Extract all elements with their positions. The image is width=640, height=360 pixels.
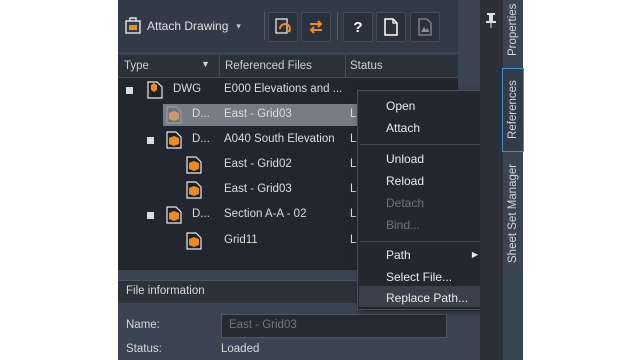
context-menu: Open Attach Unload Reload Detach Bind...… [357, 90, 485, 310]
column-header-type[interactable]: Type [124, 60, 149, 72]
menu-item-bind[interactable]: Bind... [386, 218, 420, 232]
help-icon: ? [353, 18, 363, 36]
submenu-arrow-icon: ▶ [471, 250, 478, 259]
status-label: Status: [126, 343, 162, 355]
pin-icon[interactable] [484, 10, 498, 30]
preview-button[interactable] [410, 12, 440, 42]
row-type: D... [192, 208, 210, 220]
row-file: Grid11 [224, 234, 258, 246]
menu-separator [360, 241, 481, 242]
help-button[interactable]: ? [343, 12, 373, 42]
row-status: L [350, 108, 357, 120]
row-status: L [350, 234, 357, 246]
row-file: East - Grid03 [224, 108, 292, 120]
column-header-status[interactable]: Status [350, 60, 383, 72]
row-file: East - Grid03 [224, 183, 292, 195]
sort-indicator-icon[interactable]: ▼ [201, 59, 210, 69]
row-file: East - Grid02 [224, 158, 292, 170]
menu-separator [360, 144, 481, 145]
drawing-file-icon [186, 232, 202, 250]
tab-references[interactable]: References [502, 68, 524, 152]
collapse-toggle-icon[interactable] [147, 137, 154, 144]
menu-item-detach[interactable]: Detach [386, 196, 424, 210]
tab-properties[interactable]: Properties [503, 0, 523, 60]
row-status: L [350, 133, 357, 145]
drawing-file-icon [186, 181, 202, 199]
collapse-toggle-icon[interactable] [147, 212, 154, 219]
row-type: D... [192, 108, 210, 120]
collapse-toggle-icon[interactable] [126, 87, 133, 94]
row-status: L [350, 158, 357, 170]
toolbar-separator [337, 12, 338, 40]
attach-drawing-label: Attach Drawing [147, 19, 229, 33]
menu-item-unload[interactable]: Unload [386, 152, 424, 166]
drawing-file-icon [166, 206, 182, 224]
column-header-referenced-files[interactable]: Referenced Files [225, 60, 312, 72]
menu-item-select-file[interactable]: Select File... [386, 270, 452, 284]
name-value: East - Grid03 [229, 319, 297, 331]
drawing-file-icon [186, 156, 202, 174]
new-doc-icon [384, 18, 398, 36]
drawing-file-icon [147, 81, 163, 99]
row-status: L [350, 208, 357, 220]
refresh-references-button[interactable] [268, 12, 298, 42]
toolbar-separator [264, 12, 265, 40]
menu-item-open[interactable]: Open [386, 99, 415, 113]
attach-drawing-icon [125, 17, 141, 34]
name-field[interactable]: East - Grid03 [221, 314, 447, 338]
refresh-icon [275, 18, 291, 34]
name-label: Name: [126, 319, 160, 331]
file-information-title: File information [126, 285, 205, 297]
new-document-button[interactable] [376, 12, 406, 42]
drawing-file-icon [166, 106, 182, 124]
row-type: D... [192, 133, 210, 145]
menu-item-path[interactable]: Path [386, 248, 411, 262]
row-file: E000 Elevations and ... [224, 83, 343, 95]
unload-references-button[interactable] [301, 12, 331, 42]
unload-icon [309, 20, 323, 34]
column-divider [219, 55, 220, 77]
drawing-file-icon [166, 131, 182, 149]
tab-sheet-set-manager[interactable]: Sheet Set Manager [503, 158, 523, 268]
column-divider [345, 55, 346, 77]
menu-item-reload[interactable]: Reload [386, 174, 424, 188]
chevron-down-icon[interactable]: ▾ [236, 21, 241, 32]
palette-strip [480, 0, 503, 360]
menu-item-replace-path[interactable]: Replace Path... [386, 291, 468, 305]
row-file: Section A-A - 02 [224, 208, 307, 220]
row-status: L [350, 183, 357, 195]
preview-icon [418, 18, 432, 36]
attach-drawing-button[interactable]: Attach Drawing ▾ [124, 12, 260, 40]
row-type: DWG [173, 83, 202, 95]
row-file: A040 South Elevation [224, 133, 335, 145]
status-value: Loaded [221, 343, 260, 355]
menu-item-attach[interactable]: Attach [386, 121, 420, 135]
